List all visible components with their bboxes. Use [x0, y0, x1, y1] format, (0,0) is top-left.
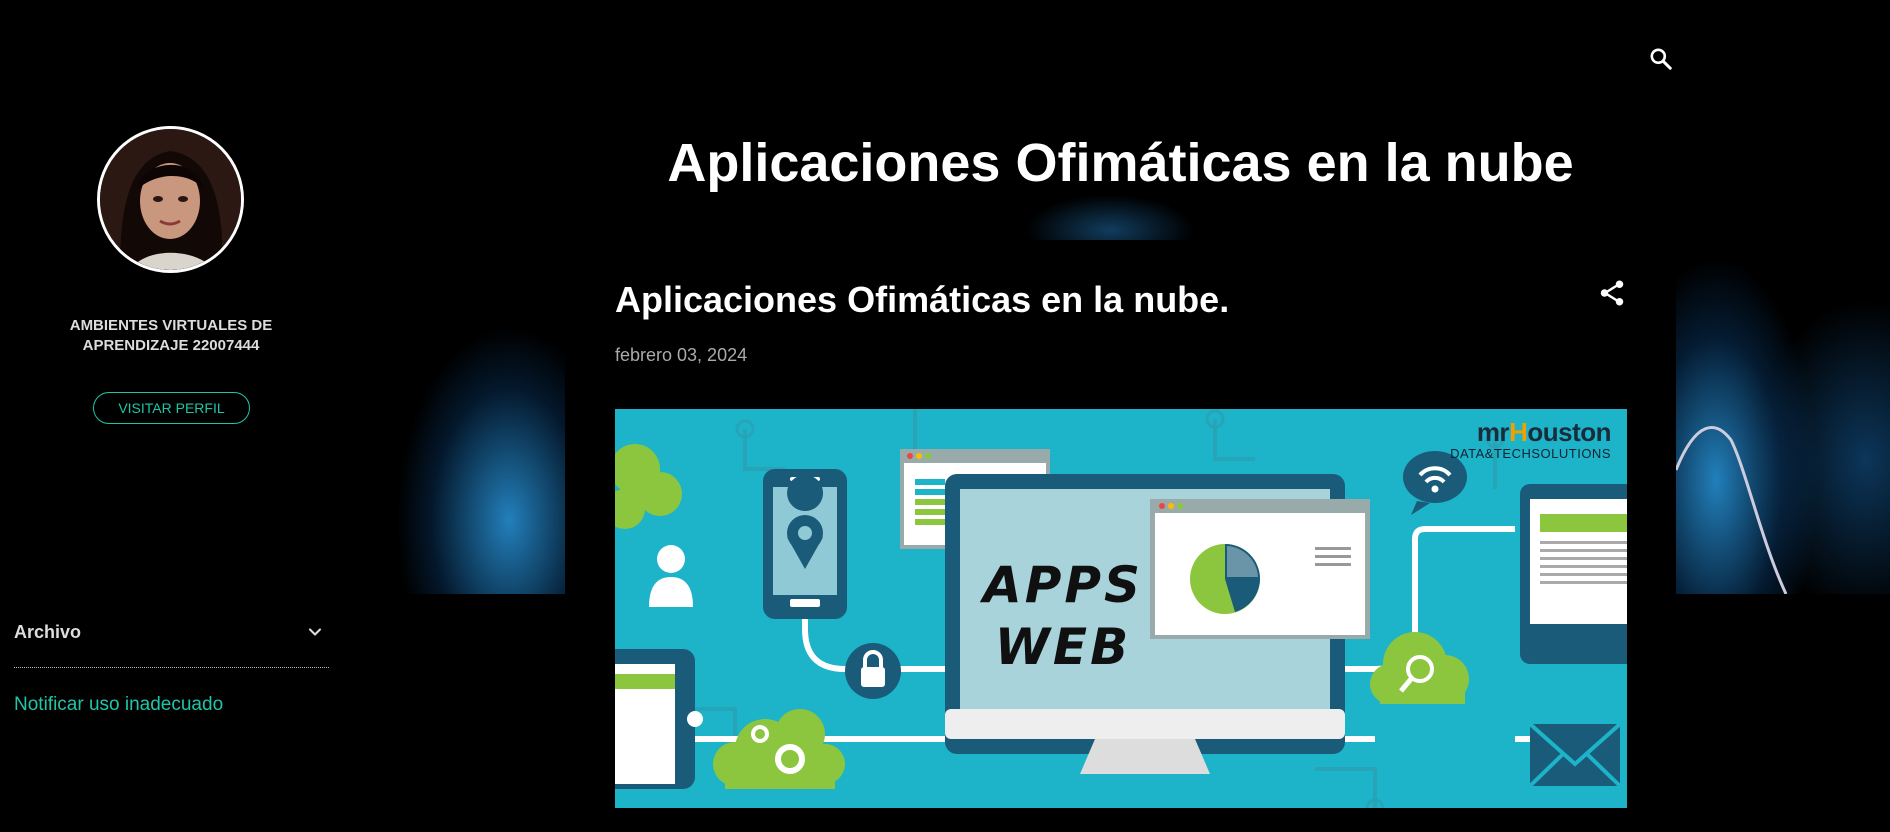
chevron-down-icon: [308, 628, 322, 636]
avatar[interactable]: [97, 126, 244, 273]
brand-logo: mrHouston DATA&TECHSOLUTIONS: [1450, 417, 1611, 461]
report-abuse-link[interactable]: Notificar uso inadecuado: [14, 694, 223, 716]
archive-label: Archivo: [14, 622, 82, 642]
page: AMBIENTES VIRTUALES DE APRENDIZAJE 22007…: [0, 0, 1890, 832]
post-image[interactable]: APPS WEB mrHouston DATA&TECHSOLUTIONS: [615, 409, 1627, 808]
post-title[interactable]: Aplicaciones Ofimáticas en la nube.: [615, 275, 1229, 325]
sidebar: AMBIENTES VIRTUALES DE APRENDIZAJE 22007…: [0, 0, 342, 832]
blog-title[interactable]: Aplicaciones Ofimáticas en la nube: [565, 128, 1676, 198]
image-headline: APPS WEB: [963, 554, 1163, 678]
visit-profile-button[interactable]: VISITAR PERFIL: [93, 392, 250, 424]
header-background-right: [1676, 0, 1890, 594]
archive-toggle[interactable]: Archivo: [14, 612, 329, 668]
header-background-left: [349, 0, 565, 594]
profile-name: AMBIENTES VIRTUALES DE APRENDIZAJE 22007…: [69, 317, 273, 354]
search-icon[interactable]: [1648, 46, 1674, 72]
image-headline-line2: WEB: [994, 618, 1132, 676]
post-date[interactable]: febrero 03, 2024: [615, 345, 747, 366]
brand-tagline: DATA&TECHSOLUTIONS: [1450, 446, 1611, 461]
share-icon[interactable]: [1597, 278, 1627, 308]
brand-name: mrHouston: [1476, 417, 1612, 447]
image-headline-line1: APPS: [983, 556, 1143, 614]
